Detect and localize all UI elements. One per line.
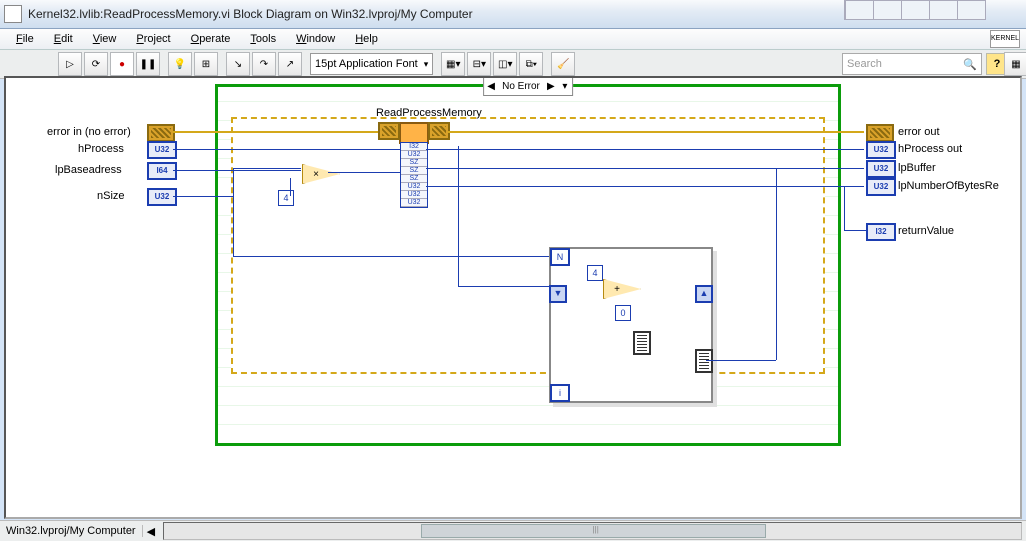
font-selector[interactable]: 15pt Application Font [310,53,433,75]
replace-array-subset-node[interactable] [633,331,651,355]
terminal-returnvalue[interactable]: I32 [866,223,896,241]
terminal-lpbaseaddress[interactable]: I64 [147,162,177,180]
label-error-out: error out [898,126,940,138]
constant-four-b[interactable]: 4 [587,265,603,281]
flat-sequence-structure[interactable] [231,117,825,374]
terminal-lpbuffer[interactable]: U32 [866,160,896,178]
label-hprocess-out: hProcess out [898,143,962,155]
menubar: File Edit View Project Operate Tools Win… [0,29,1026,50]
block-diagram-area[interactable]: ◀ No Error ▶ ▾ error in (no error) hProc… [4,76,1022,519]
clfn-error-out-terminal [428,122,450,140]
shift-register-right[interactable]: ▲ [695,285,713,303]
abort-button[interactable]: ● [110,52,134,76]
label-error-in: error in (no error) [47,126,131,138]
clfn-parameters: I32U32SZSZSZU32U32U32 [400,142,428,208]
menu-file[interactable]: File [8,31,42,47]
for-loop-i: i [550,384,570,402]
retain-wire-values-button[interactable]: ⊞ [194,52,218,76]
terminal-nsize[interactable]: U32 [147,188,177,206]
case-dropdown-icon[interactable]: ▾ [558,81,572,92]
align-button[interactable]: ▦▾ [441,52,465,76]
call-library-function-node[interactable] [399,122,429,144]
constant-zero[interactable]: 0 [615,305,631,321]
case-selector[interactable]: ◀ No Error ▶ ▾ [483,76,573,96]
distribute-button[interactable]: ⊟▾ [467,52,491,76]
constant-four-a[interactable]: 4 [278,190,294,206]
cleanup-button[interactable]: 🧹 [551,52,575,76]
library-logo: KERNEL [990,30,1020,48]
app-icon [4,5,22,23]
search-input[interactable]: Search 🔍 [842,53,982,75]
label-hprocess: hProcess [78,143,124,155]
label-lpbuffer: lpBuffer [898,162,936,174]
for-loop-n: N [550,248,570,266]
label-returnvalue: returnValue [898,225,954,237]
label-lpnumberofbytes: lpNumberOfBytesRe [898,180,999,192]
case-label: No Error [498,81,544,92]
menu-window[interactable]: Window [288,31,343,47]
menu-tools[interactable]: Tools [242,31,284,47]
icon-palette-button[interactable]: ▦ [1004,52,1026,76]
menu-edit[interactable]: Edit [46,31,81,47]
clfn-label: ReadProcessMemory [376,107,482,119]
search-placeholder: Search [847,58,882,70]
reorder-button[interactable]: ⧉▾ [519,52,543,76]
search-icon: 🔍 [963,58,977,71]
resize-button[interactable]: ◫▾ [493,52,517,76]
status-arrow-icon[interactable]: ◀ [143,525,159,538]
step-into-button[interactable]: ↘ [226,52,250,76]
label-lpbaseaddress: lpBaseadress [55,164,122,176]
terminal-hprocess-out[interactable]: U32 [866,141,896,159]
for-loop[interactable]: N i ▼ ▲ 4 + 0 [549,247,713,403]
horizontal-scrollbar[interactable]: ||| [163,522,1022,540]
shift-register-left[interactable]: ▼ [549,285,567,303]
titlebar-extra [844,0,986,20]
menu-operate[interactable]: Operate [183,31,239,47]
window-title: Kernel32.lvlib:ReadProcessMemory.vi Bloc… [28,7,473,21]
add-node[interactable]: + [603,279,641,299]
statusbar: Win32.lvproj/My Computer ◀ ||| [0,520,1026,541]
run-button[interactable]: ▷ [58,52,82,76]
clfn-error-in-terminal [378,122,400,140]
run-continuous-button[interactable]: ⟳ [84,52,108,76]
case-prev-icon[interactable]: ◀ [484,81,498,92]
step-over-button[interactable]: ↷ [252,52,276,76]
terminal-hprocess[interactable]: U32 [147,141,177,159]
highlight-execution-button[interactable]: 💡 [168,52,192,76]
pause-button[interactable]: ❚❚ [136,52,160,76]
case-next-icon[interactable]: ▶ [544,81,558,92]
menu-view[interactable]: View [85,31,125,47]
label-nsize: nSize [97,190,125,202]
step-out-button[interactable]: ↗ [278,52,302,76]
terminal-lpnumberofbytes[interactable]: U32 [866,178,896,196]
autoindex-tunnel[interactable] [695,349,713,373]
terminal-error-out[interactable] [866,124,894,142]
menu-help[interactable]: Help [347,31,386,47]
terminal-error-in[interactable] [147,124,175,142]
toolbar: ▷ ⟳ ● ❚❚ 💡 ⊞ ↘ ↷ ↗ 15pt Application Font… [0,50,1026,79]
menu-project[interactable]: Project [128,31,178,47]
status-path[interactable]: Win32.lvproj/My Computer [0,525,143,537]
